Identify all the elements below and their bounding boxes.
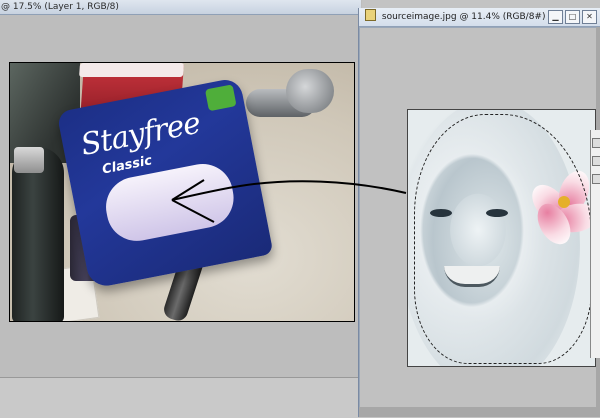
document-window-left[interactable]: @ 17.5% (Layer 1, RGB/8) Stayfree Classi…: [0, 0, 362, 377]
scene-package: Stayfree Classic: [56, 76, 274, 290]
doc-icon: [365, 9, 376, 21]
scene-hair-dryer: [246, 69, 334, 121]
panel-checkbox[interactable]: [592, 156, 600, 166]
minimize-icon[interactable]: ▁: [548, 10, 563, 24]
document-title-bar-left[interactable]: @ 17.5% (Layer 1, RGB/8): [0, 0, 361, 15]
restore-icon[interactable]: □: [565, 10, 580, 24]
document-title-bar-right[interactable]: sourceimage.jpg @ 11.4% (RGB/8#) ▁ □ ✕: [359, 8, 600, 27]
close-icon[interactable]: ✕: [582, 10, 597, 24]
document-title-right: sourceimage.jpg @ 11.4% (RGB/8#): [381, 12, 546, 22]
panel-checkbox[interactable]: [592, 174, 600, 184]
side-panel-edge[interactable]: [590, 130, 600, 358]
panel-checkbox[interactable]: [592, 138, 600, 148]
package-green-tag: [204, 84, 237, 112]
document-window-right[interactable]: sourceimage.jpg @ 11.4% (RGB/8#) ▁ □ ✕: [358, 8, 600, 417]
scene-spray-can: [12, 147, 64, 321]
document-frame-right: [359, 27, 596, 407]
document-title-left: @ 17.5% (Layer 1, RGB/8): [1, 2, 119, 12]
workspace-bottom-strip: [0, 377, 358, 418]
canvas-right[interactable]: [407, 109, 596, 367]
scene-can-cap: [14, 147, 44, 173]
canvas-left[interactable]: Stayfree Classic: [9, 62, 355, 322]
selection-marquee[interactable]: [414, 114, 592, 364]
